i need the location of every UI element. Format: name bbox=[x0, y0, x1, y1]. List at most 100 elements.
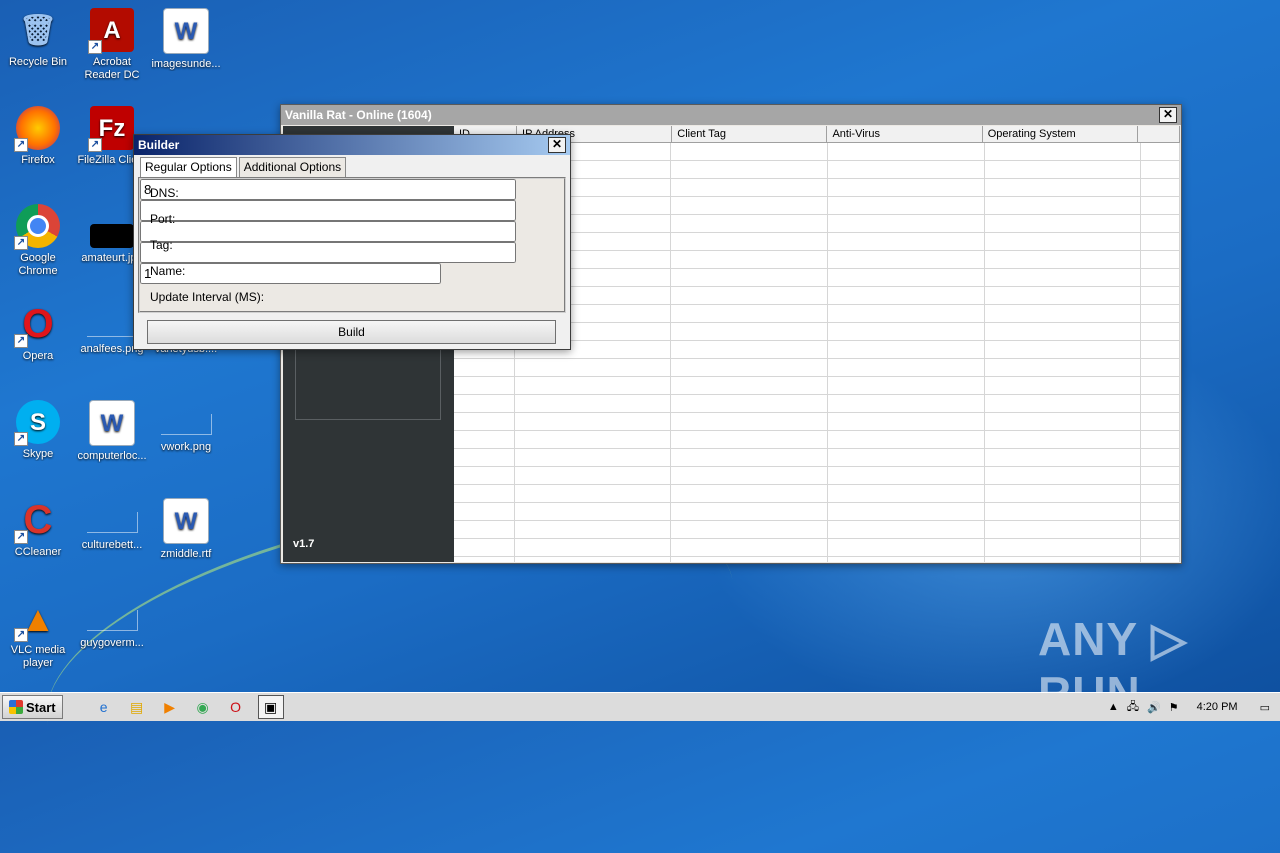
table-cell bbox=[1141, 395, 1180, 412]
tag-input[interactable] bbox=[140, 221, 516, 242]
port-row: Port: bbox=[150, 212, 175, 226]
table-cell bbox=[828, 215, 985, 232]
table-cell bbox=[454, 503, 515, 520]
table-cell bbox=[985, 341, 1142, 358]
column-header-extra[interactable] bbox=[1138, 126, 1180, 142]
table-cell bbox=[1141, 269, 1180, 286]
table-cell bbox=[828, 503, 985, 520]
tab-additional-options[interactable]: Additional Options bbox=[238, 157, 347, 177]
desktop-icon-computerloc[interactable]: W computerloc... bbox=[74, 400, 150, 463]
shortcut-arrow-icon: ↗ bbox=[88, 138, 102, 152]
name-input[interactable] bbox=[140, 242, 516, 263]
table-row[interactable] bbox=[454, 485, 1180, 503]
desktop-icon-opera[interactable]: O ↗ Opera bbox=[0, 302, 76, 363]
table-row[interactable] bbox=[454, 539, 1180, 557]
table-row[interactable] bbox=[454, 557, 1180, 562]
table-row[interactable] bbox=[454, 467, 1180, 485]
table-cell bbox=[985, 323, 1142, 340]
table-cell bbox=[828, 485, 985, 502]
desktop-icon-culturebett[interactable]: culturebett... bbox=[74, 498, 150, 552]
show-desktop-icon[interactable]: ▭ bbox=[1260, 701, 1270, 714]
table-cell bbox=[515, 485, 672, 502]
table-cell bbox=[1141, 467, 1180, 484]
app-window-icon[interactable]: ▣ bbox=[257, 695, 284, 719]
table-cell bbox=[1141, 215, 1180, 232]
table-cell bbox=[671, 287, 828, 304]
table-cell bbox=[985, 287, 1142, 304]
table-cell bbox=[1141, 413, 1180, 430]
table-cell bbox=[985, 413, 1142, 430]
table-cell bbox=[828, 197, 985, 214]
update-interval-row: Update Interval (MS): bbox=[150, 290, 264, 304]
table-cell bbox=[671, 377, 828, 394]
builder-titlebar[interactable]: Builder ✕ bbox=[134, 135, 570, 155]
tab-regular-options[interactable]: Regular Options bbox=[140, 157, 237, 177]
table-cell bbox=[828, 287, 985, 304]
table-cell bbox=[985, 161, 1142, 178]
table-cell bbox=[1141, 251, 1180, 268]
table-row[interactable] bbox=[454, 503, 1180, 521]
table-row[interactable] bbox=[454, 413, 1180, 431]
table-row[interactable] bbox=[454, 431, 1180, 449]
table-cell bbox=[828, 233, 985, 250]
table-cell bbox=[515, 449, 672, 466]
image-thumbnail-icon bbox=[90, 224, 134, 248]
desktop-icon-recycle-bin[interactable]: 🗑 Recycle Bin bbox=[0, 8, 76, 69]
builder-close-button[interactable]: ✕ bbox=[548, 137, 566, 153]
network-icon[interactable]: 🖧 bbox=[1127, 698, 1139, 717]
table-cell bbox=[454, 557, 515, 562]
table-cell bbox=[671, 251, 828, 268]
table-cell bbox=[985, 143, 1142, 160]
action-center-flag-icon[interactable]: ⚑ bbox=[1169, 701, 1179, 714]
start-button[interactable]: Start bbox=[2, 695, 63, 719]
table-cell bbox=[1141, 161, 1180, 178]
image-file-icon bbox=[86, 316, 138, 337]
table-cell bbox=[515, 467, 672, 484]
tag-label: Tag: bbox=[150, 238, 173, 252]
table-cell bbox=[985, 197, 1142, 214]
desktop-icon-ccleaner[interactable]: C ↗ CCleaner bbox=[0, 498, 76, 559]
column-header-anti-virus[interactable]: Anti-Virus bbox=[827, 126, 983, 142]
explorer-icon[interactable]: ▤ bbox=[126, 696, 148, 718]
rat-titlebar[interactable]: Vanilla Rat - Online (1604) ✕ bbox=[281, 105, 1181, 125]
column-header-operating-system[interactable]: Operating System bbox=[983, 126, 1138, 142]
desktop-icon-zmiddle[interactable]: W zmiddle.rtf bbox=[148, 498, 224, 561]
version-label: v1.7 bbox=[293, 538, 315, 550]
skype-icon: S ↗ bbox=[14, 400, 60, 446]
table-cell bbox=[515, 431, 672, 448]
desktop-icon-imagesunde[interactable]: W imagesunde... bbox=[148, 8, 224, 71]
volume-icon[interactable]: 🔊 bbox=[1147, 701, 1161, 714]
show-hidden-icons-icon[interactable]: ▲ bbox=[1108, 701, 1119, 713]
desktop-icon-acrobat[interactable]: A ↗ Acrobat Reader DC bbox=[74, 8, 150, 82]
chrome-icon[interactable]: ◉ bbox=[192, 696, 214, 718]
filezilla-icon: Fz ↗ bbox=[88, 106, 134, 152]
table-row[interactable] bbox=[454, 377, 1180, 395]
table-cell bbox=[828, 143, 985, 160]
desktop-icon-vlc[interactable]: ▲ ↗ VLC media player bbox=[0, 596, 76, 670]
ie-icon[interactable]: e bbox=[93, 696, 115, 718]
desktop-icon-skype[interactable]: S ↗ Skype bbox=[0, 400, 76, 461]
dns-row: DNS: bbox=[150, 186, 179, 200]
dns-input[interactable] bbox=[140, 179, 516, 200]
rat-window-title: Vanilla Rat - Online (1604) bbox=[285, 108, 432, 122]
table-cell bbox=[454, 539, 515, 556]
table-row[interactable] bbox=[454, 449, 1180, 467]
media-player-icon[interactable]: ▶ bbox=[159, 696, 181, 718]
desktop-icon-chrome[interactable]: ↗ Google Chrome bbox=[0, 204, 76, 278]
table-row[interactable] bbox=[454, 395, 1180, 413]
shortcut-arrow-icon: ↗ bbox=[14, 334, 28, 348]
build-button[interactable]: Build bbox=[147, 320, 556, 344]
table-row[interactable] bbox=[454, 359, 1180, 377]
desktop-icon-vwork[interactable]: vwork.png bbox=[148, 400, 224, 454]
table-row[interactable] bbox=[454, 521, 1180, 539]
port-input[interactable] bbox=[140, 200, 516, 221]
table-cell bbox=[671, 467, 828, 484]
desktop-icon-guygoverm[interactable]: guygoverm... bbox=[74, 596, 150, 650]
image-file-icon bbox=[160, 414, 212, 435]
desktop-icon-firefox[interactable]: ↗ Firefox bbox=[0, 106, 76, 167]
table-cell bbox=[828, 395, 985, 412]
column-header-client-tag[interactable]: Client Tag bbox=[672, 126, 828, 142]
rat-close-button[interactable]: ✕ bbox=[1159, 107, 1177, 123]
clock[interactable]: 4:20 PM bbox=[1197, 701, 1238, 713]
opera-icon[interactable]: O bbox=[225, 696, 247, 718]
